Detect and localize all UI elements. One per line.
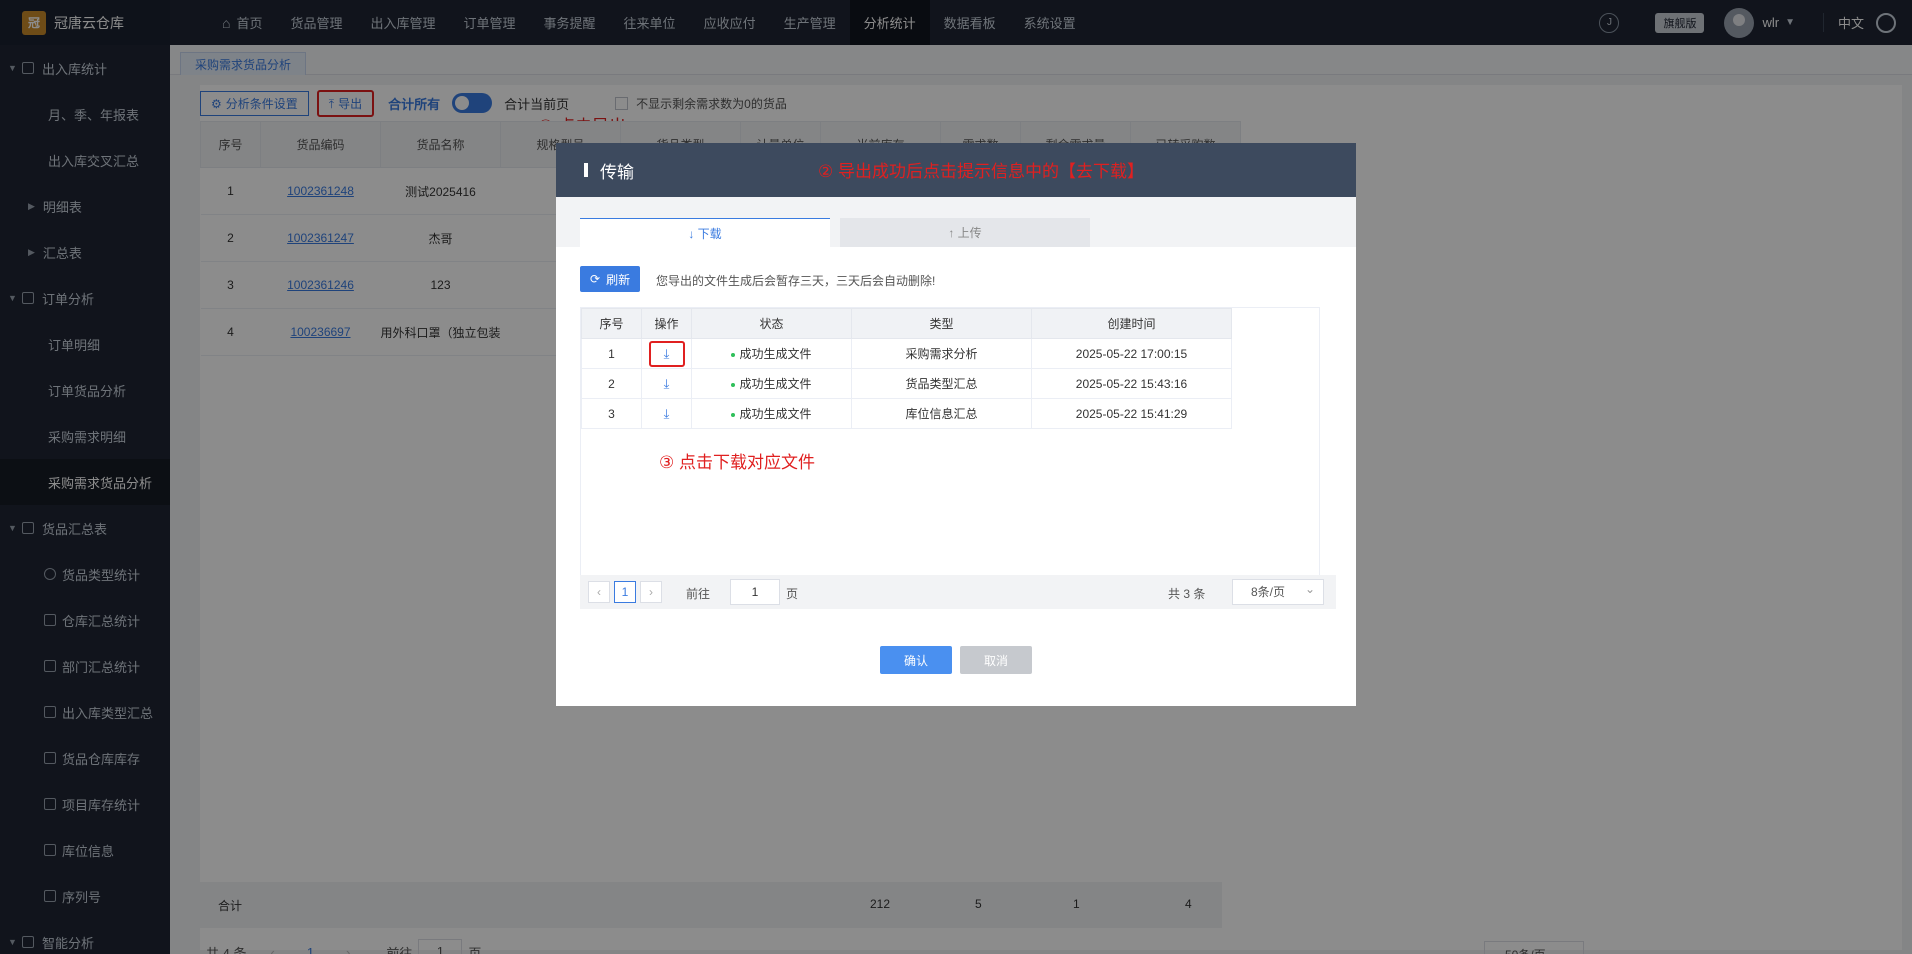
status-cell: 成功生成文件 (691, 368, 852, 399)
file-table-header: 序号 操作 状态 类型 创建时间 (581, 308, 1232, 339)
dialog-body: ↓ 下载 ↑ 上传 ⟳ 刷新 您导出的文件生成后会暂存三天，三天后会自动删除! … (556, 197, 1356, 706)
annotation-step2: ② 导出成功后点击提示信息中的【去下载】 (818, 162, 1144, 181)
action-cell: ⤓ (641, 398, 692, 429)
next-page-button[interactable]: › (640, 581, 662, 603)
tab-download[interactable]: ↓ 下载 (580, 218, 830, 247)
refresh-button[interactable]: ⟳ 刷新 (580, 266, 641, 292)
file-row: 3 ⤓ 成功生成文件 库位信息汇总 2025-05-22 15:41:29 (581, 398, 1232, 429)
status-dot (731, 412, 736, 417)
row-no: 2 (581, 368, 642, 399)
col-no: 序号 (581, 308, 642, 339)
col-created: 创建时间 (1031, 308, 1232, 339)
file-type: 库位信息汇总 (851, 398, 1032, 429)
file-table: 序号 操作 状态 类型 创建时间 1 ⤓ 成功生成文件 采购需求分析 2025-… (581, 308, 1232, 429)
file-list-area: 序号 操作 状态 类型 创建时间 1 ⤓ 成功生成文件 采购需求分析 2025-… (580, 307, 1320, 577)
col-status: 状态 (691, 308, 852, 339)
total-count: 共 3 条 (1168, 587, 1206, 601)
dialog-pagination: ‹ 1 › 前往 1 页 共 3 条 8条/页 (580, 575, 1336, 609)
title-bar-icon (584, 163, 588, 177)
status-cell: 成功生成文件 (691, 398, 852, 429)
cancel-button[interactable]: 取消 (960, 646, 1032, 674)
refresh-icon: ⟳ (590, 272, 601, 286)
action-cell: ⤓ (641, 368, 692, 399)
created-time: 2025-05-22 17:00:15 (1031, 338, 1232, 369)
tab-upload[interactable]: ↑ 上传 (840, 218, 1090, 247)
retention-note: 您导出的文件生成后会暂存三天，三天后会自动删除! (656, 274, 936, 288)
file-type: 货品类型汇总 (851, 368, 1032, 399)
page-number[interactable]: 1 (614, 581, 636, 603)
prev-page-button[interactable]: ‹ (588, 581, 610, 603)
goto-suffix: 页 (786, 587, 799, 601)
action-cell: ⤓ (641, 338, 692, 369)
row-no: 1 (581, 338, 642, 369)
goto-page-input[interactable]: 1 (730, 579, 780, 605)
col-type: 类型 (851, 308, 1032, 339)
created-time: 2025-05-22 15:41:29 (1031, 398, 1232, 429)
file-type: 采购需求分析 (851, 338, 1032, 369)
goto-prefix: 前往 (686, 587, 711, 601)
status-dot (731, 382, 736, 387)
download-icon[interactable]: ⤓ (664, 376, 670, 392)
file-row: 1 ⤓ 成功生成文件 采购需求分析 2025-05-22 17:00:15 (581, 338, 1232, 369)
transfer-dialog: 传输 ② 导出成功后点击提示信息中的【去下载】 ↓ 下载 ↑ 上传 ⟳ 刷新 您… (556, 143, 1356, 706)
row-no: 3 (581, 398, 642, 429)
status-dot (731, 352, 736, 357)
created-time: 2025-05-22 15:43:16 (1031, 368, 1232, 399)
page-size-select[interactable]: 8条/页 (1232, 577, 1324, 605)
dialog-title: 传输 (600, 162, 634, 182)
download-icon[interactable]: ⤓ (648, 340, 685, 367)
download-icon[interactable]: ⤓ (664, 406, 670, 422)
confirm-button[interactable]: 确认 (880, 646, 952, 674)
annotation-step3: ③ 点击下载对应文件 (659, 453, 815, 472)
dialog-tabs: ↓ 下载 ↑ 上传 (556, 197, 1356, 247)
status-cell: 成功生成文件 (691, 338, 852, 369)
col-action: 操作 (641, 308, 692, 339)
file-row: 2 ⤓ 成功生成文件 货品类型汇总 2025-05-22 15:43:16 (581, 368, 1232, 399)
